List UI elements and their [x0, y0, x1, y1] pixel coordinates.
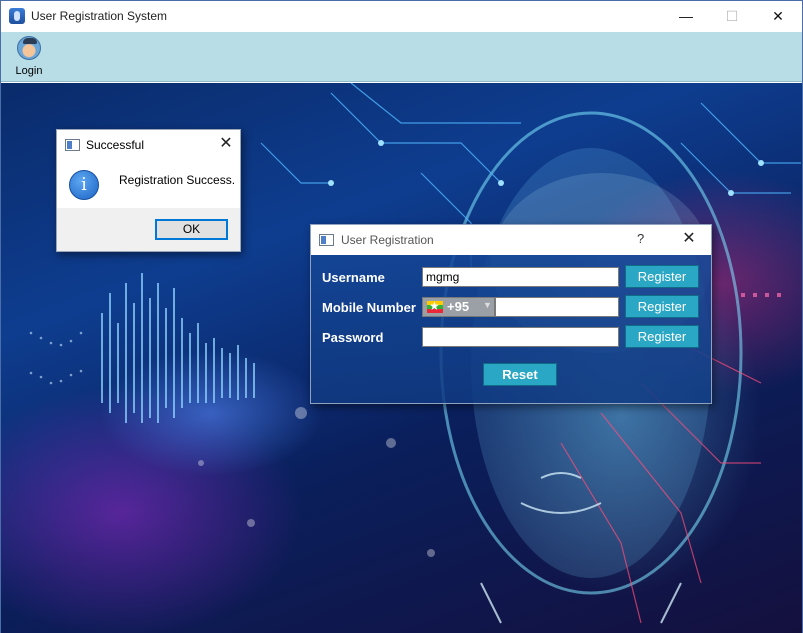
password-label: Password — [322, 330, 384, 345]
success-dialog-titlebar: Successful ✕ — [57, 130, 240, 160]
login-button[interactable]: Login — [9, 36, 49, 80]
username-input[interactable]: mgmg — [422, 267, 619, 287]
myanmar-flag-icon — [427, 299, 443, 313]
register-mobile-button[interactable]: Register — [625, 295, 699, 318]
login-label: Login — [15, 65, 43, 77]
registration-form: Username mgmg Register Mobile Number +95… — [311, 255, 711, 403]
minimize-button[interactable]: — — [663, 1, 709, 32]
ok-button[interactable]: OK — [155, 219, 228, 240]
success-dialog-footer: OK — [57, 208, 240, 251]
close-icon[interactable]: ✕ — [678, 229, 700, 251]
info-icon: i — [69, 170, 99, 200]
success-dialog: Successful ✕ i Registration Success. OK — [56, 129, 241, 252]
registration-dialog: User Registration ? ✕ Username mgmg Regi… — [310, 224, 712, 404]
chevron-down-icon: ▼ — [483, 300, 492, 310]
close-icon[interactable]: ✕ — [215, 134, 237, 156]
success-message: Registration Success. — [119, 173, 236, 187]
registration-dialog-titlebar: User Registration ? ✕ — [311, 225, 711, 255]
password-input[interactable] — [422, 327, 619, 347]
mobile-number-input[interactable] — [495, 297, 619, 317]
window-icon — [319, 234, 334, 246]
window-icon — [65, 139, 80, 151]
username-label: Username — [322, 270, 385, 285]
window-title: User Registration System — [31, 9, 168, 23]
success-dialog-body: i Registration Success. — [57, 160, 240, 208]
mobile-number-label: Mobile Number — [322, 300, 416, 315]
user-avatar-icon — [17, 36, 41, 60]
registration-dialog-title: User Registration — [341, 233, 434, 247]
toolbar: Login — [1, 32, 802, 82]
success-dialog-title: Successful — [86, 138, 145, 152]
country-code: +95 — [447, 299, 470, 314]
app-icon — [9, 8, 25, 24]
help-icon[interactable]: ? — [637, 231, 644, 246]
country-code-select[interactable]: +95 ▼ — [422, 297, 495, 317]
title-bar: User Registration System — ☐ ✕ — [1, 1, 802, 32]
reset-button[interactable]: Reset — [483, 363, 557, 386]
close-button[interactable]: ✕ — [755, 1, 801, 32]
maximize-button[interactable]: ☐ — [709, 1, 755, 32]
register-password-button[interactable]: Register — [625, 325, 699, 348]
register-username-button[interactable]: Register — [625, 265, 699, 288]
